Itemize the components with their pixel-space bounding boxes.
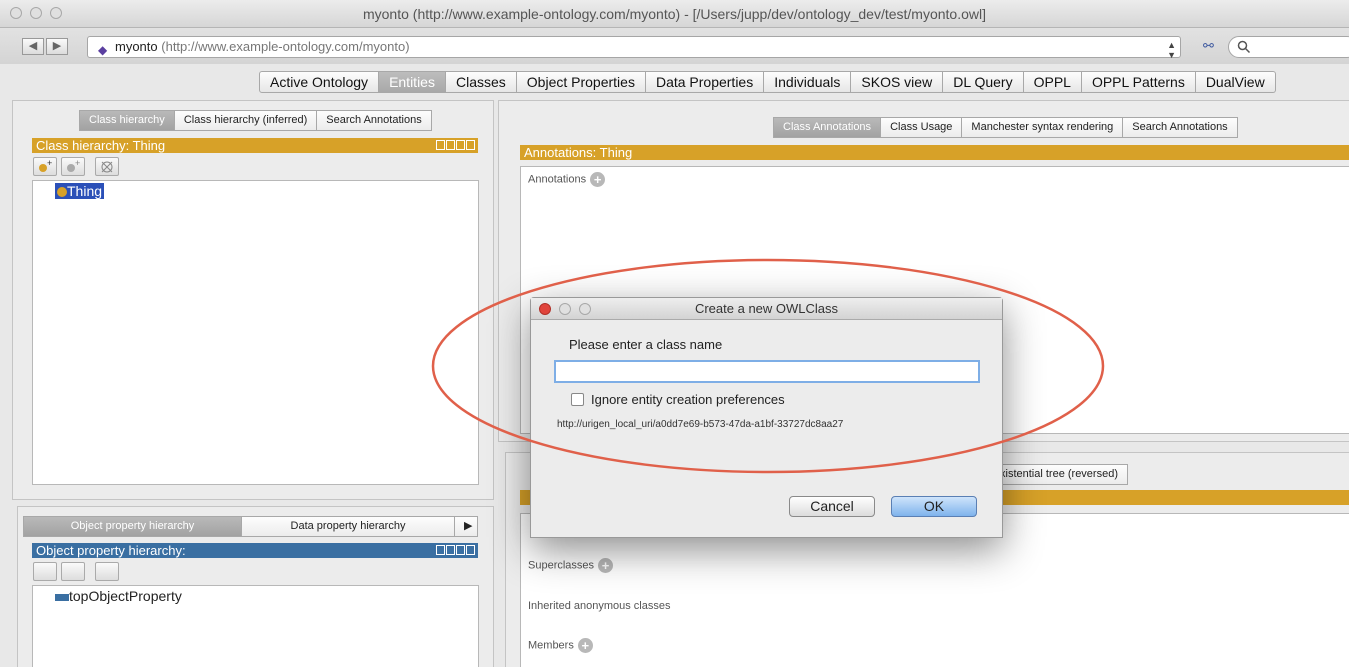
tab-manchester-rendering[interactable]: Manchester syntax rendering <box>962 117 1124 138</box>
tab-object-property-hierarchy[interactable]: Object property hierarchy <box>23 516 242 537</box>
tab-object-properties[interactable]: Object Properties <box>516 71 646 93</box>
tab-class-annotations[interactable]: Class Annotations <box>773 117 882 138</box>
delete-class-button[interactable] <box>95 157 119 176</box>
dialog-minimize-icon <box>559 303 571 315</box>
class-icon <box>57 187 67 198</box>
dialog-title-bar: Create a new OWLClass <box>531 298 1002 320</box>
toolbar: ◀ ▶ ◆ myonto (http://www.example-ontolog… <box>0 28 1349 64</box>
members-label: Members + <box>528 638 593 653</box>
add-subproperty-button[interactable] <box>33 562 57 581</box>
add-superclass-icon[interactable]: + <box>598 558 614 573</box>
cancel-button[interactable]: Cancel <box>789 496 875 517</box>
ontology-url: (http://www.example-ontology.com/myonto) <box>161 39 410 54</box>
class-description-tabs: Class Annotations Class Usage Manchester… <box>773 117 1238 138</box>
tab-oppl[interactable]: OPPL <box>1023 71 1082 93</box>
window-title: myonto (http://www.example-ontology.com/… <box>362 6 987 22</box>
tree-item-label: Thing <box>67 183 103 199</box>
dialog-title: Create a new OWLClass <box>694 301 839 316</box>
tab-classes[interactable]: Classes <box>445 71 517 93</box>
tab-data-properties[interactable]: Data Properties <box>645 71 765 93</box>
add-member-icon[interactable]: + <box>577 638 593 653</box>
binoculars-icon[interactable]: ⚯ <box>1203 38 1214 54</box>
class-hierarchy-tabs: Class hierarchy Class hierarchy (inferre… <box>79 110 432 131</box>
add-subclass-button[interactable]: + <box>33 157 57 176</box>
class-name-input[interactable] <box>554 360 980 383</box>
tab-oppl-patterns[interactable]: OPPL Patterns <box>1081 71 1196 93</box>
search-input[interactable] <box>1228 36 1349 58</box>
object-property-icon <box>55 593 69 601</box>
main-tab-bar: Active Ontology Entities Classes Object Pro… <box>259 71 1276 93</box>
view-controls[interactable] <box>436 545 475 555</box>
ontology-name: myonto <box>115 39 158 54</box>
tab-class-hierarchy[interactable]: Class hierarchy <box>79 110 175 131</box>
select-arrows-icon: ▲ ▼ <box>1167 40 1176 60</box>
inherited-anonymous-label: Inherited anonymous classes <box>528 600 671 612</box>
tab-active-ontology[interactable]: Active Ontology <box>259 71 380 93</box>
class-hierarchy-header: Class hierarchy: Thing <box>32 138 478 153</box>
forward-arrow-icon[interactable]: ▶ <box>46 38 68 55</box>
tab-dualview[interactable]: DualView <box>1195 71 1276 93</box>
object-property-title: Object property hierarchy: <box>36 543 186 558</box>
object-property-header: Object property hierarchy: <box>32 543 478 558</box>
back-arrow-icon[interactable]: ◀ <box>22 38 44 55</box>
tab-search-annotations-right[interactable]: Search Annotations <box>1123 117 1238 138</box>
tree-item-top-object-property[interactable]: topObjectProperty <box>55 588 182 604</box>
dialog-close-icon[interactable] <box>539 303 551 315</box>
tab-class-hierarchy-inferred[interactable]: Class hierarchy (inferred) <box>174 110 318 131</box>
property-hierarchy-tabs: Object property hierarchy Data property … <box>23 516 478 537</box>
active-ontology-select[interactable]: ◆ myonto (http://www.example-ontology.co… <box>87 36 1181 60</box>
tab-class-usage[interactable]: Class Usage <box>881 117 963 138</box>
ok-button[interactable]: OK <box>891 496 977 517</box>
tree-item-thing[interactable]: Thing <box>55 183 105 199</box>
ignore-preferences-label: Ignore entity creation preferences <box>591 392 785 407</box>
add-sibling-property-button[interactable] <box>61 562 85 581</box>
add-annotation-icon[interactable]: + <box>590 172 606 187</box>
tab-data-property-hierarchy[interactable]: Data property hierarchy <box>242 516 455 537</box>
window-title-bar: myonto (http://www.example-ontology.com/… <box>0 0 1349 28</box>
svg-text:+: + <box>47 158 52 168</box>
class-name-prompt: Please enter a class name <box>569 337 723 352</box>
tab-entities[interactable]: Entities <box>379 71 446 93</box>
more-tabs-arrow-icon[interactable]: ▶ <box>455 516 478 537</box>
tree-item-label: topObjectProperty <box>69 588 182 604</box>
annotations-header: Annotations: Thing <box>520 145 1349 160</box>
superclasses-label: Superclasses + <box>528 558 614 573</box>
generated-uri: http://urigen_local_uri/a0dd7e69-b573-47… <box>557 419 844 430</box>
tab-skos-view[interactable]: SKOS view <box>851 71 944 93</box>
annotations-label: Annotations + <box>528 172 606 187</box>
create-class-dialog: Create a new OWLClass Please enter a cla… <box>530 297 1003 538</box>
dialog-zoom-icon <box>579 303 591 315</box>
tab-individuals[interactable]: Individuals <box>764 71 852 93</box>
property-tree: topObjectProperty <box>32 585 479 667</box>
add-sibling-class-button[interactable]: + <box>61 157 85 176</box>
ontology-icon: ◆ <box>98 43 108 57</box>
class-hierarchy-title: Class hierarchy: Thing <box>36 138 166 153</box>
ignore-preferences-checkbox[interactable] <box>571 393 584 406</box>
delete-property-button[interactable] <box>95 562 119 581</box>
tab-existential-tree-reversed[interactable]: xistential tree (reversed) <box>990 464 1128 485</box>
class-tree: Thing <box>32 180 479 485</box>
tab-search-annotations[interactable]: Search Annotations <box>317 110 432 131</box>
svg-text:+: + <box>75 158 80 168</box>
search-icon <box>1237 40 1251 54</box>
view-controls[interactable] <box>436 140 475 150</box>
tab-dl-query[interactable]: DL Query <box>943 71 1024 93</box>
